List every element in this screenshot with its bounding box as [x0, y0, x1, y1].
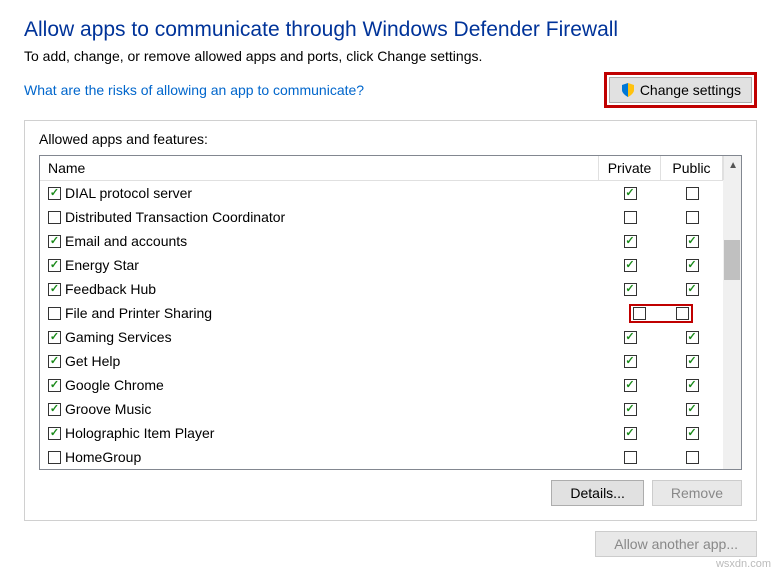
table-header: Name Private Public ▲ — [40, 156, 741, 181]
app-enabled-checkbox[interactable] — [48, 235, 61, 248]
app-name-label: Gaming Services — [65, 329, 172, 345]
private-checkbox[interactable] — [624, 187, 637, 200]
public-checkbox[interactable] — [676, 307, 689, 320]
app-name-label: Holographic Item Player — [65, 425, 214, 441]
table-row[interactable]: Holographic Item Player — [40, 421, 741, 445]
table-row[interactable]: Energy Star — [40, 253, 741, 277]
public-checkbox[interactable] — [686, 355, 699, 368]
app-name-label: HomeGroup — [65, 449, 141, 465]
table-row[interactable]: Gaming Services — [40, 325, 741, 349]
public-checkbox[interactable] — [686, 187, 699, 200]
app-enabled-checkbox[interactable] — [48, 427, 61, 440]
public-checkbox[interactable] — [686, 451, 699, 464]
allow-another-app-button[interactable]: Allow another app... — [595, 531, 757, 557]
scrollbar[interactable] — [723, 180, 741, 469]
app-enabled-checkbox[interactable] — [48, 379, 61, 392]
app-name-label: Email and accounts — [65, 233, 187, 249]
details-button[interactable]: Details... — [551, 480, 643, 506]
chevron-up-icon: ▲ — [728, 160, 738, 171]
column-private[interactable]: Private — [599, 156, 661, 180]
page-title: Allow apps to communicate through Window… — [24, 18, 757, 42]
table-row[interactable]: Google Chrome — [40, 373, 741, 397]
app-name-label: Get Help — [65, 353, 120, 369]
private-checkbox[interactable] — [624, 355, 637, 368]
app-name-label: Distributed Transaction Coordinator — [65, 209, 285, 225]
app-name-label: Google Chrome — [65, 377, 164, 393]
public-checkbox[interactable] — [686, 403, 699, 416]
app-enabled-checkbox[interactable] — [48, 307, 61, 320]
public-checkbox[interactable] — [686, 259, 699, 272]
column-name[interactable]: Name — [40, 156, 599, 180]
private-checkbox[interactable] — [624, 379, 637, 392]
private-checkbox[interactable] — [624, 283, 637, 296]
public-checkbox[interactable] — [686, 379, 699, 392]
remove-button[interactable]: Remove — [652, 480, 742, 506]
private-checkbox[interactable] — [624, 403, 637, 416]
app-enabled-checkbox[interactable] — [48, 259, 61, 272]
app-name-label: File and Printer Sharing — [65, 305, 212, 321]
table-body: DIAL protocol server Distributed Transact… — [40, 181, 741, 469]
private-checkbox[interactable] — [624, 451, 637, 464]
scrollbar-thumb[interactable] — [724, 240, 740, 280]
app-enabled-checkbox[interactable] — [48, 451, 61, 464]
page-subtitle: To add, change, or remove allowed apps a… — [24, 48, 757, 64]
scroll-up[interactable]: ▲ — [723, 156, 741, 180]
public-checkbox[interactable] — [686, 235, 699, 248]
allowed-apps-panel: Allowed apps and features: Name Private … — [24, 120, 757, 521]
private-checkbox[interactable] — [624, 427, 637, 440]
app-enabled-checkbox[interactable] — [48, 331, 61, 344]
table-row[interactable]: Email and accounts — [40, 229, 741, 253]
private-checkbox[interactable] — [624, 259, 637, 272]
app-enabled-checkbox[interactable] — [48, 403, 61, 416]
app-enabled-checkbox[interactable] — [48, 211, 61, 224]
table-row[interactable]: File and Printer Sharing — [40, 301, 741, 325]
table-row[interactable]: Distributed Transaction Coordinator — [40, 205, 741, 229]
public-checkbox[interactable] — [686, 211, 699, 224]
panel-label: Allowed apps and features: — [39, 131, 742, 147]
highlight-box — [629, 304, 693, 323]
app-name-label: Energy Star — [65, 257, 139, 273]
risks-link[interactable]: What are the risks of allowing an app to… — [24, 82, 364, 98]
app-name-label: Feedback Hub — [65, 281, 156, 297]
change-settings-highlight: Change settings — [604, 72, 757, 108]
app-enabled-checkbox[interactable] — [48, 187, 61, 200]
table-row[interactable]: Groove Music — [40, 397, 741, 421]
column-public[interactable]: Public — [661, 156, 723, 180]
app-name-label: Groove Music — [65, 401, 151, 417]
table-row[interactable]: HomeGroup — [40, 445, 741, 469]
public-checkbox[interactable] — [686, 331, 699, 344]
private-checkbox[interactable] — [624, 235, 637, 248]
shield-icon — [620, 82, 636, 98]
app-name-label: DIAL protocol server — [65, 185, 192, 201]
public-checkbox[interactable] — [686, 427, 699, 440]
public-checkbox[interactable] — [686, 283, 699, 296]
change-settings-button[interactable]: Change settings — [609, 77, 752, 103]
table-row[interactable]: Get Help — [40, 349, 741, 373]
table-row[interactable]: DIAL protocol server — [40, 181, 741, 205]
watermark: wsxdn.com — [716, 558, 771, 570]
app-enabled-checkbox[interactable] — [48, 283, 61, 296]
app-enabled-checkbox[interactable] — [48, 355, 61, 368]
table-row[interactable]: Feedback Hub — [40, 277, 741, 301]
change-settings-label: Change settings — [640, 82, 741, 98]
private-checkbox[interactable] — [633, 307, 646, 320]
private-checkbox[interactable] — [624, 211, 637, 224]
apps-listbox: Name Private Public ▲ DIAL protocol serv… — [39, 155, 742, 470]
private-checkbox[interactable] — [624, 331, 637, 344]
